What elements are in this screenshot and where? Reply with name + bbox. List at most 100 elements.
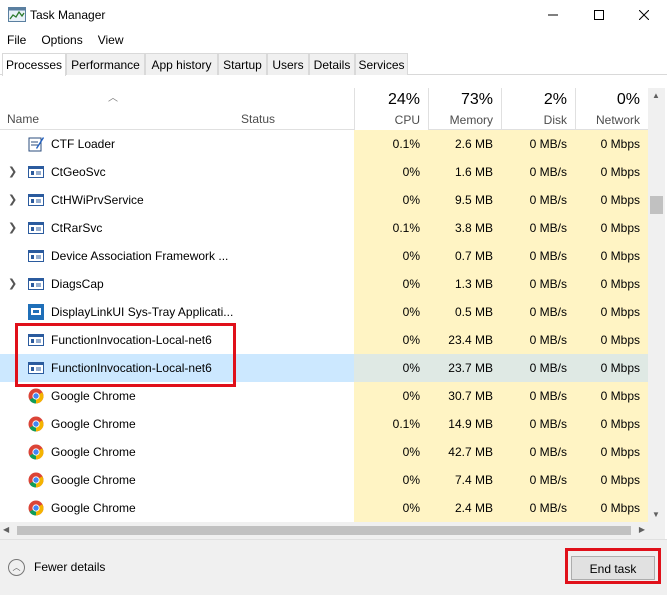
process-row[interactable]: ❯ DiagsCap 0% 1.3 MB 0 MB/s 0 Mbps [0, 270, 648, 298]
column-header: ︿ Name Status 24% CPU 73% Memory 2% Disk… [0, 88, 648, 130]
process-row[interactable]: Device Association Framework ... 0% 0.7 MB… [0, 242, 648, 270]
process-cpu: 0.1% [354, 410, 428, 438]
process-disk: 0 MB/s [501, 494, 575, 522]
process-cpu: 0% [354, 270, 428, 298]
scroll-up-icon[interactable]: ▲ [652, 91, 660, 100]
process-list: CTF Loader 0.1% 2.6 MB 0 MB/s 0 Mbps ❯ CtGeoSv… [0, 130, 648, 522]
process-network: 0 Mbps [575, 354, 648, 382]
chevron-right-icon[interactable]: ❯ [8, 193, 17, 206]
memory-label: Memory [449, 113, 493, 127]
chevron-right-icon[interactable]: ❯ [8, 277, 17, 290]
disk-label: Disk [543, 113, 567, 127]
minimize-button[interactable] [530, 0, 576, 30]
process-memory: 23.7 MB [428, 354, 501, 382]
process-row[interactable]: Google Chrome 0% 7.4 MB 0 MB/s 0 Mbps [0, 466, 648, 494]
process-name: FunctionInvocation-Local-net6 [51, 333, 212, 347]
process-memory: 1.6 MB [428, 158, 501, 186]
service-window-icon [28, 278, 44, 290]
process-network: 0 Mbps [575, 158, 648, 186]
menu-bar: File Options View [0, 30, 667, 50]
process-row[interactable]: Google Chrome 0% 2.4 MB 0 MB/s 0 Mbps [0, 494, 648, 522]
service-window-icon [28, 222, 44, 234]
end-task-button[interactable]: End task [571, 556, 655, 580]
process-memory: 0.5 MB [428, 298, 501, 326]
footer: ︿ Fewer details End task [0, 539, 667, 595]
column-disk[interactable]: 2% Disk [501, 88, 575, 130]
cpu-label: CPU [394, 113, 420, 127]
chevron-right-icon[interactable]: ❯ [8, 221, 17, 234]
process-cpu: 0.1% [354, 130, 428, 158]
ctf-loader-icon [28, 137, 44, 152]
fewer-details-link[interactable]: Fewer details [34, 560, 105, 574]
close-button[interactable] [621, 0, 667, 30]
process-name: CtHWiPrvService [51, 193, 144, 207]
process-memory: 2.4 MB [428, 494, 501, 522]
process-row[interactable]: ❯ CtGeoSvc 0% 1.6 MB 0 MB/s 0 Mbps [0, 158, 648, 186]
process-memory: 2.6 MB [428, 130, 501, 158]
process-row[interactable]: Google Chrome 0.1% 14.9 MB 0 MB/s 0 Mbps [0, 410, 648, 438]
process-row[interactable]: FunctionInvocation-Local-net6 0% 23.7 MB 0 … [0, 354, 648, 382]
chevron-right-icon[interactable]: ❯ [8, 165, 17, 178]
chrome-icon [28, 472, 44, 488]
menu-view[interactable]: View [91, 30, 132, 50]
maximize-button[interactable] [576, 0, 622, 30]
process-row[interactable]: CTF Loader 0.1% 2.6 MB 0 MB/s 0 Mbps [0, 130, 648, 158]
tab-performance[interactable]: Performance [66, 53, 145, 75]
menu-file[interactable]: File [0, 30, 34, 50]
tab-users[interactable]: Users [267, 53, 309, 75]
tab-startup[interactable]: Startup [218, 53, 267, 75]
column-name[interactable]: Name [7, 112, 39, 126]
sort-up-icon: ︿ [108, 93, 118, 104]
column-status[interactable]: Status [241, 112, 275, 126]
process-disk: 0 MB/s [501, 214, 575, 242]
tab-details[interactable]: Details [309, 53, 355, 75]
process-network: 0 Mbps [575, 298, 648, 326]
vertical-scrollbar[interactable]: ▲ ▼ [648, 88, 665, 522]
process-row[interactable]: Google Chrome 0% 42.7 MB 0 MB/s 0 Mbps [0, 438, 648, 466]
column-network[interactable]: 0% Network [575, 88, 648, 130]
tab-processes[interactable]: Processes [2, 53, 66, 76]
process-disk: 0 MB/s [501, 466, 575, 494]
vertical-scroll-thumb[interactable] [650, 196, 663, 214]
displaylink-icon [28, 304, 44, 320]
scroll-left-icon[interactable]: ◀ [3, 525, 9, 534]
process-row[interactable]: ❯ CtRarSvc 0.1% 3.8 MB 0 MB/s 0 Mbps [0, 214, 648, 242]
process-cpu: 0% [354, 466, 428, 494]
chevron-up-circle-icon[interactable]: ︿ [8, 559, 25, 576]
process-row[interactable]: ❯ CtHWiPrvService 0% 9.5 MB 0 MB/s 0 Mbps [0, 186, 648, 214]
chrome-icon [28, 500, 44, 516]
window-title: Task Manager [30, 8, 106, 22]
horizontal-scrollbar[interactable]: ◀ ▶ [0, 522, 648, 539]
process-network: 0 Mbps [575, 270, 648, 298]
process-disk: 0 MB/s [501, 298, 575, 326]
process-cpu: 0% [354, 494, 428, 522]
tab-services[interactable]: Services [355, 53, 408, 75]
process-row[interactable]: FunctionInvocation-Local-net6 0% 23.4 MB 0 … [0, 326, 648, 354]
column-cpu[interactable]: 24% CPU [354, 88, 428, 130]
process-network: 0 Mbps [575, 382, 648, 410]
process-disk: 0 MB/s [501, 438, 575, 466]
horizontal-scroll-thumb[interactable] [17, 526, 631, 535]
menu-options[interactable]: Options [34, 30, 90, 50]
process-name: DiagsCap [51, 277, 104, 291]
process-disk: 0 MB/s [501, 354, 575, 382]
service-window-icon [28, 334, 44, 346]
process-memory: 30.7 MB [428, 382, 501, 410]
process-memory: 14.9 MB [428, 410, 501, 438]
process-name: DisplayLinkUI Sys-Tray Applicati... [51, 305, 234, 319]
process-cpu: 0% [354, 438, 428, 466]
minimize-icon [548, 14, 558, 16]
process-name: Google Chrome [51, 417, 136, 431]
process-name: Google Chrome [51, 473, 136, 487]
process-row[interactable]: DisplayLinkUI Sys-Tray Applicati... 0% 0.5… [0, 298, 648, 326]
process-row[interactable]: Google Chrome 0% 30.7 MB 0 MB/s 0 Mbps [0, 382, 648, 410]
tab-app-history[interactable]: App history [145, 53, 218, 75]
chrome-icon [28, 388, 44, 404]
scroll-down-icon[interactable]: ▼ [652, 510, 660, 519]
scroll-right-icon[interactable]: ▶ [639, 525, 645, 534]
process-name: Google Chrome [51, 501, 136, 515]
process-disk: 0 MB/s [501, 270, 575, 298]
column-memory[interactable]: 73% Memory [428, 88, 501, 130]
process-cpu: 0% [354, 354, 428, 382]
process-memory: 42.7 MB [428, 438, 501, 466]
